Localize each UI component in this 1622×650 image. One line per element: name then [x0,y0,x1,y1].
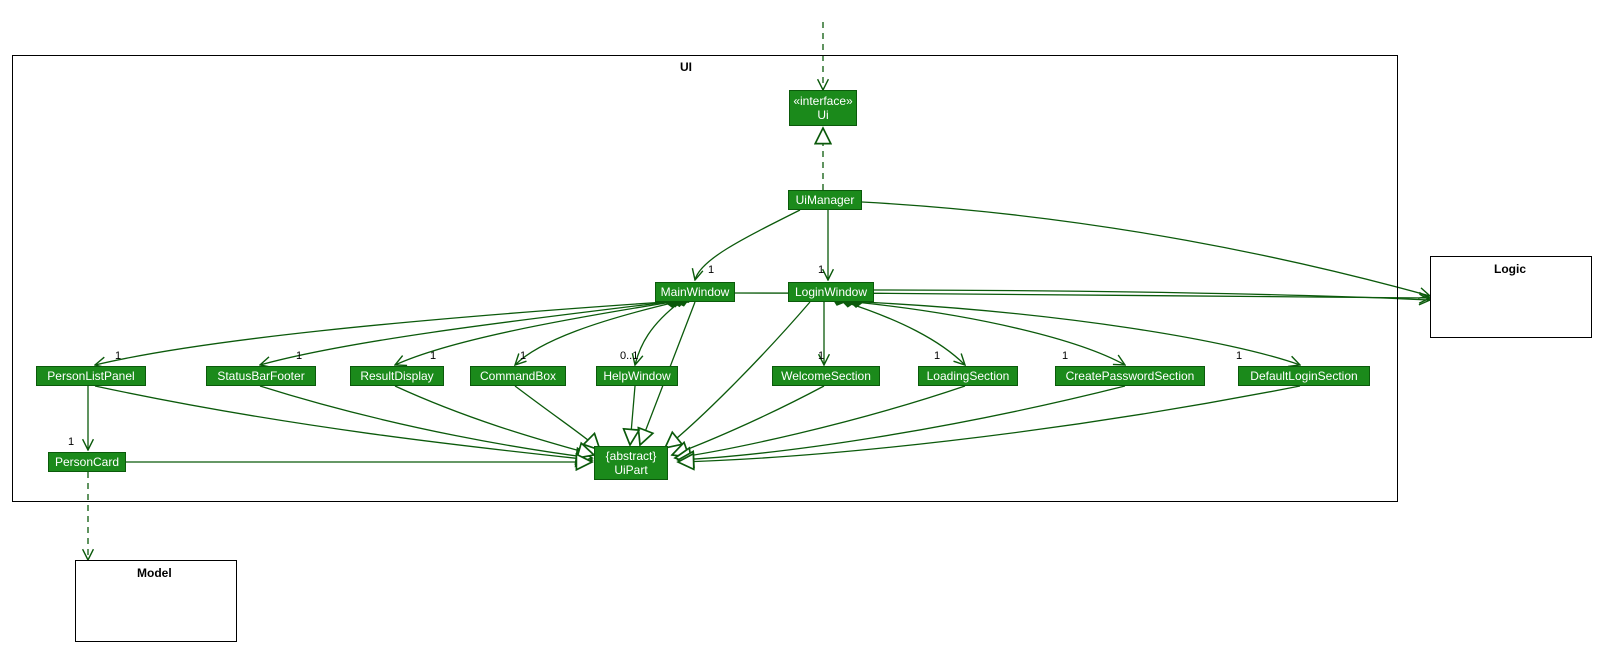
package-ui [12,55,1398,502]
class-name: PersonListPanel [47,369,134,383]
class-statusbarfooter: StatusBarFooter [206,366,316,386]
class-personcard: PersonCard [48,452,126,472]
class-uipart: {abstract} UiPart [594,446,668,480]
class-createpasswordsection: CreatePasswordSection [1055,366,1205,386]
class-resultdisplay: ResultDisplay [350,366,444,386]
class-name: UiPart [614,463,647,477]
mult-resultdisplay: 1 [430,350,436,362]
mult-defaultloginsection: 1 [1236,350,1242,362]
package-model-label: Model [137,566,172,580]
class-loginwindow: LoginWindow [788,282,874,302]
class-defaultloginsection: DefaultLoginSection [1238,366,1370,386]
mult-loginwindow: 1 [818,264,824,276]
class-welcomesection: WelcomeSection [772,366,880,386]
class-name: MainWindow [661,285,730,299]
class-helpwindow: HelpWindow [596,366,678,386]
mult-statusbarfooter: 1 [296,350,302,362]
package-ui-label: UI [680,60,692,74]
class-loadingsection: LoadingSection [918,366,1018,386]
class-name: Ui [817,108,828,122]
class-name: DefaultLoginSection [1250,369,1357,383]
class-name: WelcomeSection [781,369,871,383]
mult-loadingsection: 1 [934,350,940,362]
mult-personcard: 1 [68,436,74,448]
mult-welcomesection: 1 [818,350,824,362]
stereotype: «interface» [793,94,852,108]
class-name: LoadingSection [927,369,1010,383]
class-name: LoginWindow [795,285,867,299]
class-name: UiManager [796,193,855,207]
class-name: HelpWindow [603,369,670,383]
mult-commandbox: 1 [520,350,526,362]
stereotype: {abstract} [606,449,657,463]
class-uimanager: UiManager [788,190,862,210]
mult-createpasswordsection: 1 [1062,350,1068,362]
class-name: StatusBarFooter [217,369,304,383]
class-name: PersonCard [55,455,119,469]
class-commandbox: CommandBox [470,366,566,386]
mult-mainwindow: 1 [708,264,714,276]
uml-diagram: { "packages": { "ui": { "label": "UI" },… [0,0,1622,650]
class-ui-interface: «interface» Ui [789,90,857,126]
mult-personlistpanel: 1 [115,350,121,362]
class-personlistpanel: PersonListPanel [36,366,146,386]
class-name: CreatePasswordSection [1066,369,1195,383]
class-name: ResultDisplay [360,369,433,383]
class-mainwindow: MainWindow [655,282,735,302]
package-logic-label: Logic [1494,262,1526,276]
mult-helpwindow: 0..1 [620,350,638,362]
class-name: CommandBox [480,369,556,383]
